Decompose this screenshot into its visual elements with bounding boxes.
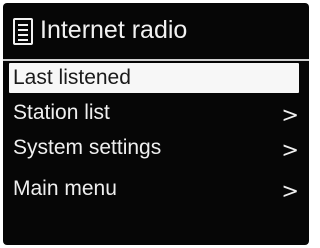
menu-item-label: System settings bbox=[13, 136, 162, 159]
radio-display: Internet radio Last listened Station lis… bbox=[3, 3, 309, 245]
menu-item-label: Main menu bbox=[13, 177, 117, 200]
menu-item-station-list[interactable]: Station list > bbox=[9, 98, 299, 128]
chevron-right-icon: > bbox=[281, 103, 299, 127]
menu-header: Internet radio bbox=[3, 3, 309, 59]
header-divider bbox=[3, 59, 309, 61]
chevron-right-icon: > bbox=[281, 179, 299, 203]
menu-item-main-menu[interactable]: Main menu > bbox=[9, 174, 299, 204]
menu-item-label: Station list bbox=[13, 101, 110, 124]
station-list-icon bbox=[13, 18, 33, 45]
menu-item-label: Last listened bbox=[13, 66, 131, 89]
chevron-right-icon: > bbox=[281, 138, 299, 162]
menu-title: Internet radio bbox=[40, 16, 188, 44]
menu-item-system-settings[interactable]: System settings > bbox=[9, 133, 299, 163]
menu-item-last-listened[interactable]: Last listened bbox=[9, 63, 299, 93]
